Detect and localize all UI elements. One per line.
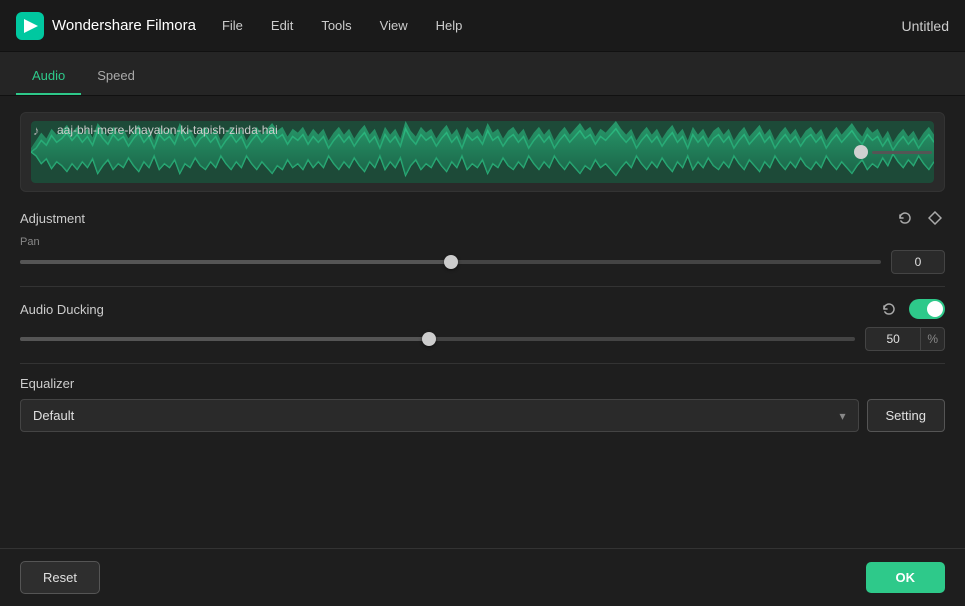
menu-tools[interactable]: Tools [319, 14, 353, 37]
divider-2 [20, 363, 945, 364]
audio-ducking-toggle-knob [927, 301, 943, 317]
equalizer-section: Equalizer Default ▾ Setting [20, 376, 945, 432]
audio-ducking-header: Audio Ducking [20, 299, 945, 319]
audio-ducking-toggle[interactable] [909, 299, 945, 319]
logo-area: Wondershare Filmora [16, 12, 196, 40]
footer-spacer [20, 432, 945, 502]
logo-icon [16, 12, 44, 40]
main-content: ♪ aaj-bhi-mere-khayalon-ki-tapish-zinda-… [0, 96, 965, 606]
equalizer-select[interactable]: Default ▾ [20, 399, 859, 432]
equalizer-selected-value: Default [33, 408, 74, 423]
waveform-slider[interactable] [854, 145, 932, 159]
adjustment-label: Adjustment [20, 211, 85, 226]
app-name: Wondershare Filmora [52, 17, 196, 34]
ducking-slider-thumb[interactable] [422, 332, 436, 346]
ducking-slider-row: 50 % [20, 327, 945, 351]
equalizer-row: Default ▾ Setting [20, 399, 945, 432]
menu-help[interactable]: Help [434, 14, 465, 37]
menu-edit[interactable]: Edit [269, 14, 295, 37]
ducking-value-unit: % [920, 328, 944, 350]
adjustment-keyframe-icon[interactable] [925, 208, 945, 228]
divider-1 [20, 286, 945, 287]
chevron-down-icon: ▾ [839, 409, 845, 423]
menu-bar: File Edit Tools View Help [220, 14, 902, 37]
waveform-track [872, 151, 932, 154]
ducking-slider-section: 50 % [20, 327, 945, 351]
ducking-slider-track[interactable] [20, 337, 855, 341]
pan-label: Pan [20, 236, 40, 248]
tab-audio[interactable]: Audio [16, 58, 81, 95]
pan-slider-track[interactable] [20, 260, 881, 264]
waveform-container: ♪ aaj-bhi-mere-khayalon-ki-tapish-zinda-… [20, 112, 945, 192]
ducking-value-num: 50 [866, 328, 920, 350]
equalizer-label: Equalizer [20, 376, 945, 391]
waveform-filename: aaj-bhi-mere-khayalon-ki-tapish-zinda-ha… [57, 123, 278, 137]
pan-slider-fill [20, 260, 451, 264]
ducking-reset-icon[interactable] [879, 299, 899, 319]
menu-file[interactable]: File [220, 14, 245, 37]
pan-slider-thumb[interactable] [444, 255, 458, 269]
pan-section: Pan 0 [20, 236, 945, 274]
audio-ducking-label: Audio Ducking [20, 302, 104, 317]
waveform-knob[interactable] [854, 145, 868, 159]
footer: Reset OK [0, 548, 965, 606]
pan-label-row: Pan [20, 236, 945, 248]
ducking-value-box[interactable]: 50 % [865, 327, 945, 351]
title-bar: Wondershare Filmora File Edit Tools View… [0, 0, 965, 52]
menu-view[interactable]: View [378, 14, 410, 37]
title-label: Untitled [902, 18, 949, 34]
audio-ducking-icons [879, 299, 945, 319]
pan-value-box[interactable]: 0 [891, 250, 945, 274]
adjustment-header: Adjustment [20, 208, 945, 228]
adjustment-reset-icon[interactable] [895, 208, 915, 228]
ok-button[interactable]: OK [866, 562, 946, 593]
tab-speed[interactable]: Speed [81, 58, 151, 95]
adjustment-icons [895, 208, 945, 228]
tab-bar: Audio Speed [0, 52, 965, 96]
ducking-slider-fill [20, 337, 429, 341]
equalizer-setting-button[interactable]: Setting [867, 399, 945, 432]
music-icon: ♪ [33, 123, 51, 138]
reset-button[interactable]: Reset [20, 561, 100, 594]
pan-slider-row: 0 [20, 250, 945, 274]
